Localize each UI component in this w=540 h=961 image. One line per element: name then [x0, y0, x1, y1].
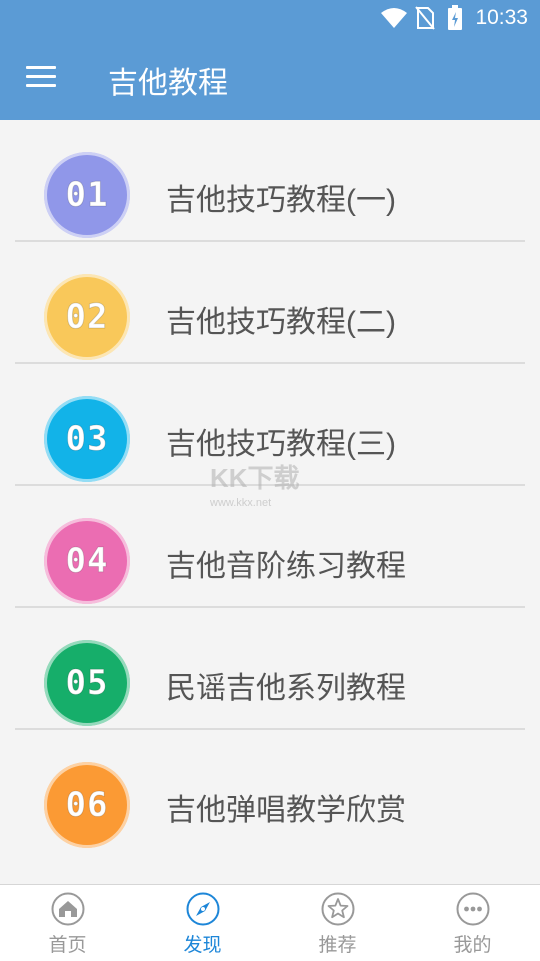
tab-discover-label: 发现 — [183, 935, 222, 956]
item-label: 民谣吉他系列教程 — [166, 672, 406, 705]
home-icon — [51, 892, 84, 926]
watermark-brand: KK下载 — [210, 463, 300, 493]
number-badge: 03 — [44, 396, 130, 482]
watermark-url: www.kkx.net — [210, 497, 272, 509]
item-label: 吉他技巧教程(三) — [166, 428, 396, 461]
wifi-icon — [381, 8, 407, 28]
item-label: 吉他音阶练习教程 — [166, 550, 406, 583]
star-icon — [321, 892, 354, 926]
badge-number: 04 — [65, 541, 109, 582]
page-title: 吉他教程 — [108, 67, 228, 100]
app-bar: 10:33 吉他教程 — [0, 0, 540, 120]
badge-number: 03 — [65, 419, 109, 460]
item-label: 吉他技巧教程(一) — [166, 184, 396, 217]
number-badge: 02 — [44, 274, 130, 360]
list-item[interactable]: 05 民谣吉他系列教程 — [0, 608, 540, 730]
number-badge: 05 — [44, 640, 130, 726]
toolbar: 吉他教程 — [0, 36, 540, 120]
tab-mine-label: 我的 — [453, 935, 492, 956]
item-label: 吉他技巧教程(二) — [166, 306, 396, 339]
item-label: 吉他弹唱教学欣赏 — [166, 794, 406, 827]
more-icon — [456, 892, 489, 926]
list-item[interactable]: 06 吉他弹唱教学欣赏 — [0, 730, 540, 852]
tab-home[interactable]: 首页 — [0, 885, 135, 961]
no-sim-icon — [415, 6, 435, 30]
compass-icon — [186, 892, 219, 926]
tab-recommend[interactable]: 推荐 — [270, 885, 405, 961]
menu-icon[interactable] — [26, 66, 58, 90]
tab-discover[interactable]: 发现 — [135, 885, 270, 961]
badge-number: 05 — [65, 663, 109, 704]
list-item[interactable]: 01 吉他技巧教程(一) — [0, 120, 540, 242]
watermark: KK下载 www.kkx.net — [210, 458, 340, 518]
badge-number: 06 — [65, 785, 109, 826]
badge-number: 01 — [65, 175, 109, 216]
number-badge: 04 — [44, 518, 130, 604]
number-badge: 01 — [44, 152, 130, 238]
tab-mine[interactable]: 我的 — [405, 885, 540, 961]
number-badge: 06 — [44, 762, 130, 848]
badge-number: 02 — [65, 297, 109, 338]
tab-home-label: 首页 — [48, 935, 87, 956]
bottom-navigation: 首页 发现 推荐 我的 — [0, 884, 540, 961]
list-item[interactable]: 02 吉他技巧教程(二) — [0, 242, 540, 364]
status-time: 10:33 — [475, 6, 528, 29]
status-bar: 10:33 — [0, 0, 540, 36]
battery-charging-icon — [448, 5, 462, 30]
tab-recommend-label: 推荐 — [318, 935, 357, 956]
